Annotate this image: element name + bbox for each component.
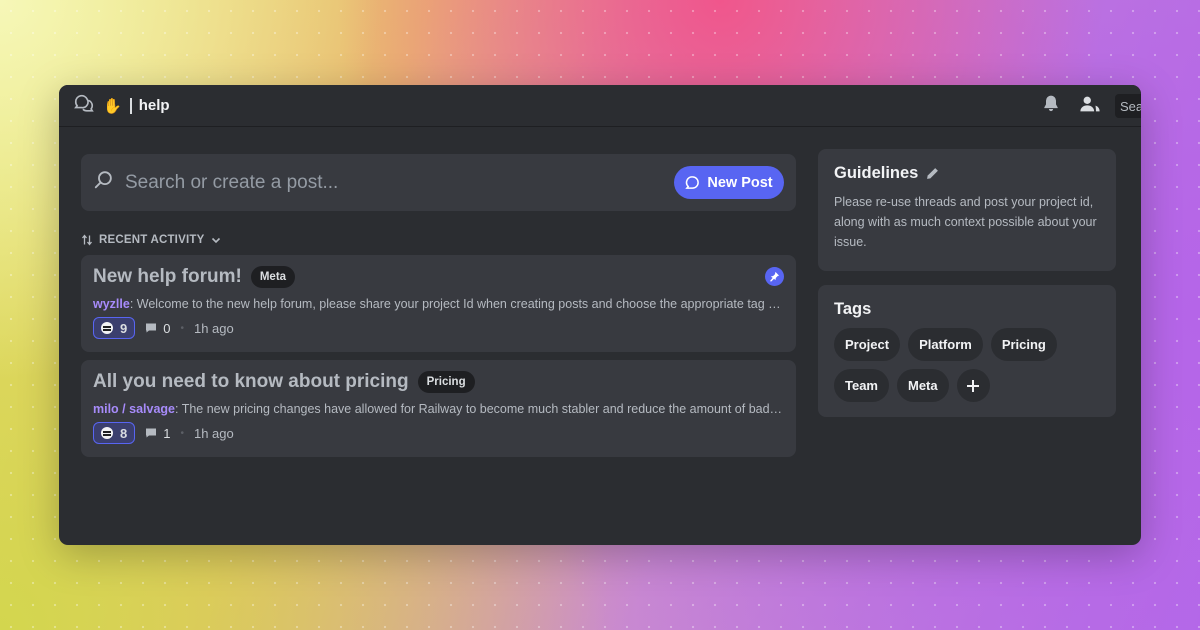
post-author[interactable]: wyzlle <box>93 297 130 311</box>
app-window: ✋ help Sea Search or create a post... Ne… <box>59 85 1141 545</box>
post-preview: wyzlle: Welcome to the new help forum, p… <box>93 297 783 311</box>
post-tag: Pricing <box>417 371 475 393</box>
tags-title: Tags <box>834 300 872 318</box>
post-preview-text: : Welcome to the new help forum, please … <box>129 297 783 311</box>
sort-dropdown[interactable]: RECENT ACTIVITY <box>81 234 222 246</box>
reaction-count: 9 <box>120 320 128 336</box>
message-count-value: 1 <box>163 425 171 441</box>
meta-separator: • <box>180 427 184 439</box>
railway-emoji-icon <box>101 322 113 334</box>
add-tag-button[interactable] <box>956 369 990 402</box>
guidelines-body: Please re-use threads and post your proj… <box>834 195 1097 249</box>
tags-card: Tags Project Platform Pricing Team Meta <box>818 285 1116 417</box>
tag-project[interactable]: Project <box>834 328 901 361</box>
plus-icon <box>967 379 980 392</box>
post-tag: Meta <box>250 266 296 288</box>
forum-icon <box>73 92 103 119</box>
tag-team[interactable]: Team <box>834 369 889 402</box>
pencil-icon[interactable] <box>926 167 939 180</box>
message-count-value: 0 <box>163 320 171 336</box>
pin-icon <box>769 271 780 282</box>
header-toolbar: Sea <box>1041 85 1141 127</box>
guidelines-card: Guidelines Please re-use threads and pos… <box>818 149 1116 271</box>
sort-label: RECENT ACTIVITY <box>99 234 205 246</box>
post-timestamp: 1h ago <box>193 425 234 441</box>
message-icon <box>146 323 157 333</box>
new-post-label: New Post <box>707 174 773 191</box>
message-count: 1 <box>145 426 170 441</box>
header-search-input[interactable]: Sea <box>1115 94 1141 118</box>
railway-emoji-icon <box>101 427 113 439</box>
sort-icon <box>81 234 93 246</box>
chat-bubble-icon <box>685 176 700 189</box>
member-list-icon[interactable] <box>1079 93 1115 120</box>
search-icon <box>93 169 125 196</box>
channel-name: help <box>138 97 170 114</box>
tag-platform[interactable]: Platform <box>908 328 983 361</box>
tag-pricing[interactable]: Pricing <box>990 328 1057 361</box>
message-count: 0 <box>145 321 170 336</box>
meta-separator: • <box>180 322 184 334</box>
post-card[interactable]: New help forum! Meta wyzlle: Welcome to … <box>81 255 796 352</box>
tag-meta[interactable]: Meta <box>897 369 949 402</box>
post-search-bar[interactable]: Search or create a post... New Post <box>81 154 796 211</box>
chevron-down-icon <box>212 237 221 244</box>
pinned-badge <box>765 267 784 286</box>
post-card[interactable]: All you need to know about pricing Prici… <box>81 360 796 457</box>
reaction-button[interactable]: 9 <box>93 317 136 339</box>
post-title[interactable]: New help forum! <box>93 266 242 288</box>
post-meta: 9 0 • 1h ago <box>93 317 784 339</box>
post-preview-text: : The new pricing changes have allowed f… <box>174 402 783 416</box>
new-post-button[interactable]: New Post <box>674 166 784 199</box>
bell-icon[interactable] <box>1041 94 1079 119</box>
post-timestamp: 1h ago <box>193 320 234 336</box>
message-icon <box>146 428 157 438</box>
post-author[interactable]: milo / salvage <box>93 402 175 416</box>
channel-header: ✋ help Sea <box>59 85 1141 127</box>
post-title[interactable]: All you need to know about pricing <box>93 371 409 393</box>
post-meta: 8 1 • 1h ago <box>93 422 784 444</box>
reaction-count: 8 <box>120 425 128 441</box>
tag-list: Project Platform Pricing Team Meta <box>834 328 1100 402</box>
guidelines-title: Guidelines <box>834 164 919 182</box>
header-divider <box>129 97 132 114</box>
reaction-button[interactable]: 8 <box>93 422 136 444</box>
hand-emoji-icon: ✋ <box>103 97 122 115</box>
post-preview: milo / salvage: The new pricing changes … <box>93 402 783 416</box>
